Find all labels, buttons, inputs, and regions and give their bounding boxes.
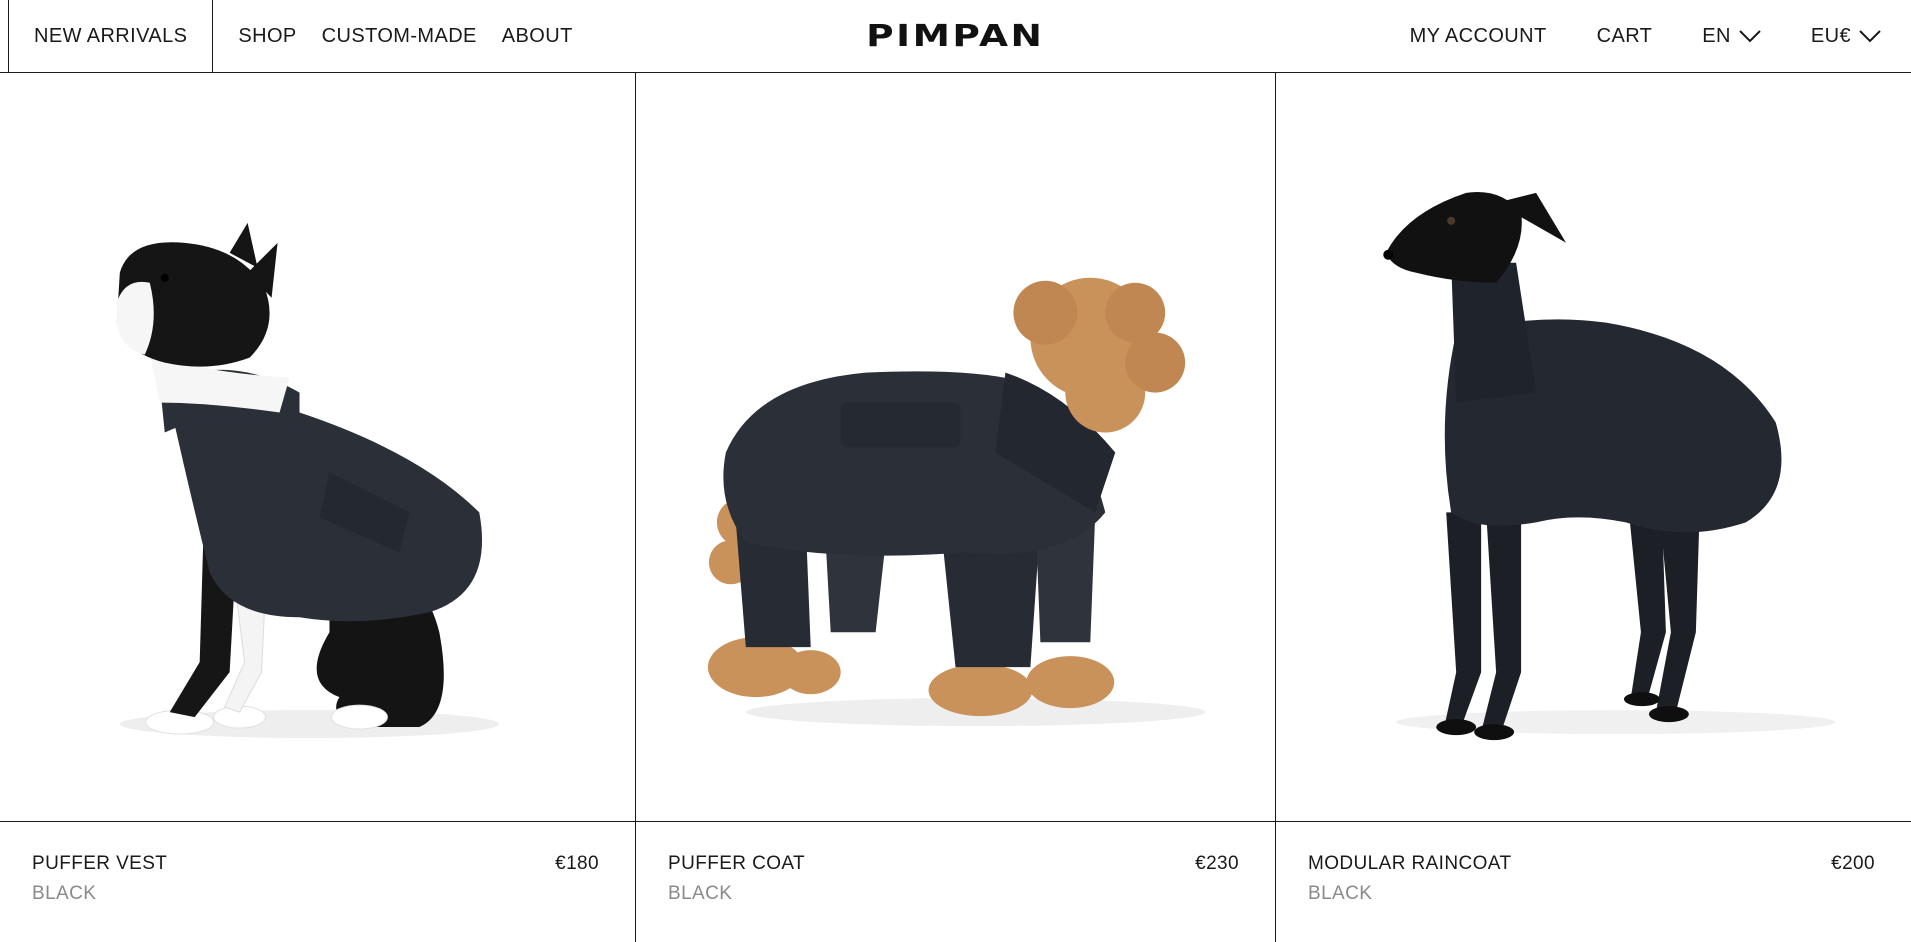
product-grid: PUFFER VEST BLACK €180 PUFFER COAT BLACK… — [0, 73, 1911, 942]
product-image[interactable] — [1276, 73, 1911, 822]
product-name[interactable]: MODULAR RAINCOAT — [1308, 853, 1875, 875]
product-color: BLACK — [1308, 883, 1373, 904]
primary-nav: NEW ARRIVALS SHOP CUSTOM-MADE ABOUT — [0, 0, 598, 72]
site-logo[interactable]: PIMPAN — [866, 19, 1044, 54]
nav-new-arrivals[interactable]: NEW ARRIVALS — [8, 0, 214, 72]
product-price: €230 — [1195, 853, 1239, 874]
dog-modular-raincoat-image — [1383, 192, 1836, 741]
site-header: NEW ARRIVALS SHOP CUSTOM-MADE ABOUT PIMP… — [0, 0, 1911, 73]
nav-cart[interactable]: CART — [1597, 25, 1653, 48]
language-selector[interactable]: EN — [1702, 25, 1761, 48]
product-card[interactable]: PUFFER COAT BLACK €230 — [636, 73, 1276, 942]
product-info: PUFFER VEST BLACK €180 — [0, 823, 635, 942]
product-name[interactable]: PUFFER COAT — [668, 853, 1239, 875]
product-price: €200 — [1831, 853, 1875, 874]
currency-selector[interactable]: EU€ — [1811, 25, 1881, 48]
product-name[interactable]: PUFFER VEST — [32, 853, 599, 875]
product-image[interactable] — [636, 73, 1275, 822]
product-card[interactable]: MODULAR RAINCOAT BLACK €200 — [1276, 73, 1911, 942]
product-card[interactable]: PUFFER VEST BLACK €180 — [0, 73, 636, 942]
nav-about[interactable]: ABOUT — [502, 25, 573, 48]
product-info: PUFFER COAT BLACK €230 — [636, 823, 1275, 942]
product-info: MODULAR RAINCOAT BLACK €200 — [1276, 823, 1911, 942]
account-nav: MY ACCOUNT CART EN EU€ — [1410, 0, 1881, 72]
language-value: EN — [1702, 24, 1731, 47]
nav-shop[interactable]: SHOP — [238, 25, 296, 48]
product-color: BLACK — [32, 883, 97, 904]
product-price: €180 — [555, 853, 599, 874]
chevron-down-icon — [1739, 30, 1761, 43]
product-color: BLACK — [668, 883, 733, 904]
dog-puffer-coat-image — [707, 277, 1206, 727]
chevron-down-icon — [1859, 30, 1881, 43]
product-image[interactable] — [0, 73, 635, 822]
nav-my-account[interactable]: MY ACCOUNT — [1410, 25, 1547, 48]
dog-puffer-vest-image — [116, 222, 500, 739]
currency-value: EU€ — [1810, 24, 1851, 47]
nav-custom-made[interactable]: CUSTOM-MADE — [322, 25, 477, 48]
